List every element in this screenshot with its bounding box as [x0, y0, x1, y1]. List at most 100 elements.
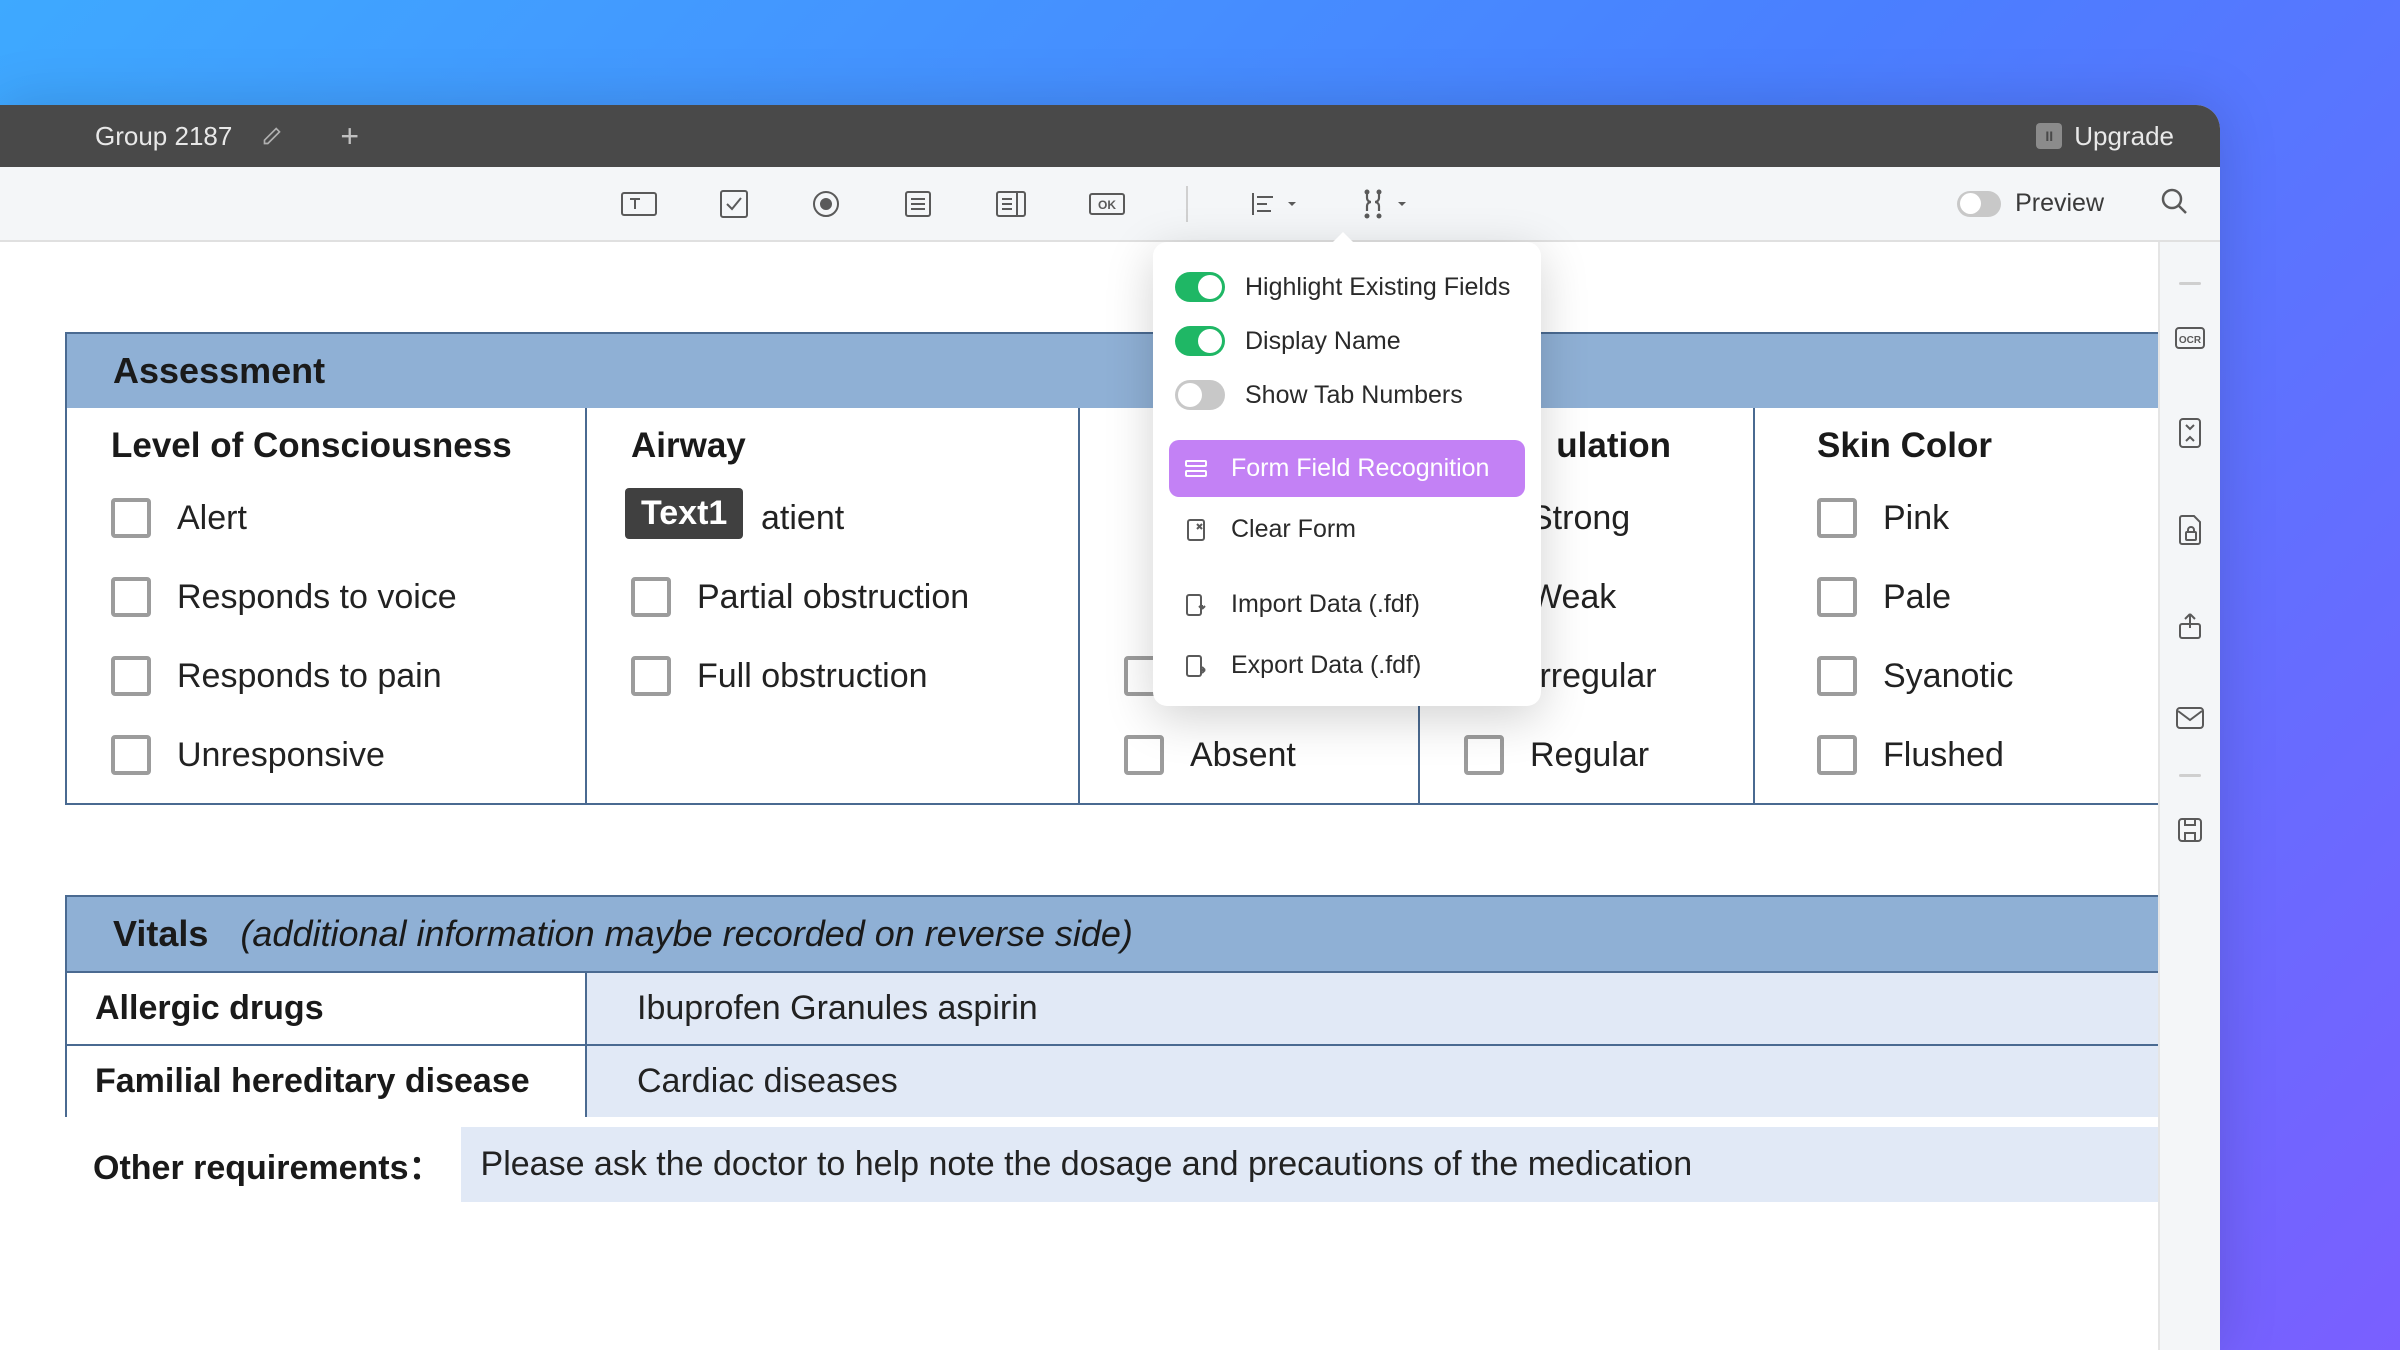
table-body: Level of Consciousness Alert Responds to…: [67, 408, 2158, 803]
tab-label: Group 2187: [95, 121, 232, 152]
upgrade-button[interactable]: II Upgrade: [2036, 121, 2174, 152]
compress-icon[interactable]: [2175, 416, 2205, 455]
menu-display-name[interactable]: Display Name: [1169, 314, 1525, 368]
menu-label: Display Name: [1245, 327, 1401, 356]
preview-switch[interactable]: [1957, 191, 2001, 217]
mail-icon[interactable]: [2174, 705, 2206, 736]
upgrade-label: Upgrade: [2074, 121, 2174, 152]
align-dropdown[interactable]: [1248, 189, 1298, 219]
checkbox-label: Flushed: [1883, 736, 2004, 775]
row-value-field[interactable]: Please ask the doctor to help note the d…: [461, 1127, 2158, 1202]
share-icon[interactable]: [2175, 610, 2205, 647]
checkbox-row: Unresponsive: [111, 735, 563, 775]
vitals-table: Vitals (additional information maybe rec…: [65, 895, 2158, 1117]
search-icon[interactable]: [2158, 185, 2190, 222]
menu-highlight-fields[interactable]: Highlight Existing Fields: [1169, 260, 1525, 314]
checkbox[interactable]: [1817, 498, 1857, 538]
svg-text:OK: OK: [1098, 198, 1116, 212]
checkbox-label: Responds to pain: [177, 657, 442, 696]
checkbox-row: Alert: [111, 498, 563, 538]
menu-label: Highlight Existing Fields: [1245, 273, 1510, 302]
row-label: Other requirements：: [65, 1140, 443, 1189]
column-title: Skin Color: [1817, 426, 2063, 466]
checkbox[interactable]: [111, 577, 151, 617]
row-label: Familial hereditary disease: [67, 1046, 587, 1117]
checkbox-row: Syanotic: [1817, 656, 2063, 696]
toolbar-separator: [1186, 186, 1188, 222]
form-tools-dropdown[interactable]: [1358, 188, 1408, 220]
checkbox-label: Strong: [1530, 499, 1630, 538]
menu-label: Form Field Recognition: [1231, 454, 1489, 483]
sidebar-separator: [2179, 282, 2201, 285]
list-tool-icon[interactable]: [902, 188, 934, 220]
row-value-field[interactable]: Cardiac diseases: [587, 1046, 2158, 1117]
menu-form-field-recognition[interactable]: Form Field Recognition: [1169, 440, 1525, 497]
toggle-switch[interactable]: [1175, 380, 1225, 410]
menu-export-data[interactable]: Export Data (.fdf): [1169, 637, 1525, 694]
checkbox[interactable]: [111, 498, 151, 538]
checkbox-label: Partial obstruction: [697, 578, 969, 617]
combo-tool-icon[interactable]: [994, 188, 1028, 220]
vitals-row: Allergic drugs Ibuprofen Granules aspiri…: [67, 971, 2158, 1044]
checkbox-row: Partial obstruction: [631, 577, 1056, 617]
document-tab[interactable]: Group 2187: [0, 105, 312, 167]
form-recognition-icon: [1181, 456, 1211, 482]
pencil-icon[interactable]: [262, 126, 282, 146]
menu-import-data[interactable]: Import Data (.fdf): [1169, 576, 1525, 633]
row-value-field[interactable]: Ibuprofen Granules aspirin: [587, 973, 2158, 1044]
menu-label: Import Data (.fdf): [1231, 590, 1420, 619]
checkbox-row: Responds to voice: [111, 577, 563, 617]
app-window: Group 2187 + II Upgrade OK: [0, 105, 2220, 1350]
preview-toggle[interactable]: Preview: [1957, 189, 2104, 218]
field-name-tag[interactable]: Text1: [625, 488, 743, 539]
checkbox[interactable]: [1817, 577, 1857, 617]
menu-show-tab-numbers[interactable]: Show Tab Numbers: [1169, 368, 1525, 422]
checkbox-label: Pale: [1883, 578, 1951, 617]
column-title: Airway: [631, 426, 1056, 466]
checkbox-row: Pink: [1817, 498, 2063, 538]
table-header: Assessment: [67, 334, 2158, 408]
assessment-table: Assessment Level of Consciousness Alert …: [65, 332, 2158, 805]
checkbox[interactable]: [631, 577, 671, 617]
form-tools-menu: Highlight Existing Fields Display Name S…: [1153, 242, 1541, 706]
checkbox[interactable]: [1817, 656, 1857, 696]
toggle-switch[interactable]: [1175, 272, 1225, 302]
button-tool-icon[interactable]: OK: [1088, 189, 1126, 219]
other-requirements-row: Other requirements： Please ask the docto…: [65, 1127, 2158, 1202]
radio-tool-icon[interactable]: [810, 188, 842, 220]
vitals-note: (additional information maybe recorded o…: [240, 913, 1132, 954]
upgrade-icon: II: [2036, 123, 2062, 149]
checkbox[interactable]: [1464, 735, 1504, 775]
checkbox-tool-icon[interactable]: [718, 188, 750, 220]
preview-label: Preview: [2015, 189, 2104, 218]
checkbox-label: Irregular: [1530, 657, 1657, 696]
checkbox[interactable]: [1124, 735, 1164, 775]
right-sidebar: OCR: [2158, 242, 2220, 1350]
document-canvas[interactable]: Assessment Level of Consciousness Alert …: [0, 242, 2158, 1350]
column-consciousness: Level of Consciousness Alert Responds to…: [67, 408, 587, 803]
checkbox-label: Full obstruction: [697, 657, 928, 696]
lock-file-icon[interactable]: [2175, 513, 2205, 552]
checkbox-label: Unresponsive: [177, 736, 385, 775]
toggle-switch[interactable]: [1175, 326, 1225, 356]
checkbox[interactable]: [111, 656, 151, 696]
menu-label: Show Tab Numbers: [1245, 381, 1463, 410]
save-icon[interactable]: [2175, 815, 2205, 850]
menu-clear-form[interactable]: Clear Form: [1169, 501, 1525, 558]
add-tab-button[interactable]: +: [340, 118, 359, 155]
menu-label: Clear Form: [1231, 515, 1356, 544]
checkbox[interactable]: [1817, 735, 1857, 775]
checkbox[interactable]: [631, 656, 671, 696]
vitals-row: Familial hereditary disease Cardiac dise…: [67, 1044, 2158, 1117]
vitals-title: Vitals: [113, 913, 208, 954]
import-icon: [1181, 592, 1211, 618]
ocr-icon[interactable]: OCR: [2173, 323, 2207, 358]
sidebar-separator: [2179, 774, 2201, 777]
checkbox-row: Pale: [1817, 577, 2063, 617]
title-bar: Group 2187 + II Upgrade: [0, 105, 2220, 167]
text-field-tool-icon[interactable]: [620, 188, 658, 220]
menu-label: Export Data (.fdf): [1231, 651, 1421, 680]
checkbox-row: Regular: [1464, 735, 1731, 775]
checkbox-label: Absent: [1190, 736, 1296, 775]
checkbox[interactable]: [111, 735, 151, 775]
